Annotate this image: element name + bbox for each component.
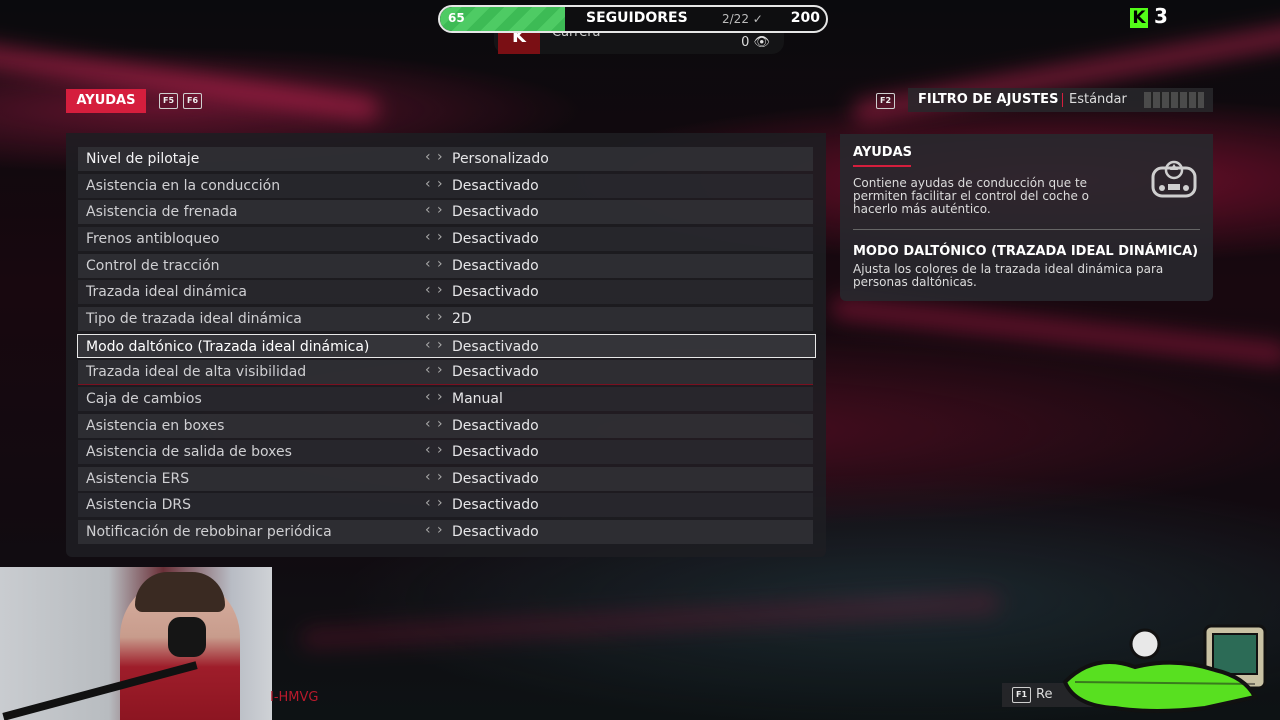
setting-value: Manual xyxy=(452,390,503,407)
setting-label: Asistencia en boxes xyxy=(86,417,225,434)
setting-value: Desactivado xyxy=(452,338,539,355)
setting-label: Trazada ideal de alta visibilidad xyxy=(86,364,307,381)
setting-label: Asistencia en la conducción xyxy=(86,177,281,194)
setting-value: Desactivado xyxy=(452,284,539,301)
race-viewer-count: 0 👁 xyxy=(741,35,770,50)
setting-row[interactable]: Asistencia en la conducción ‹ › Desactivad… xyxy=(78,173,813,198)
setting-arrows-icon[interactable]: ‹ › xyxy=(425,389,444,405)
filter-label: FILTRO DE AJUSTES xyxy=(918,92,1059,107)
setting-row[interactable]: Asistencia en boxes ‹ › Desactivado xyxy=(78,413,813,438)
setting-value: Desactivado xyxy=(452,417,539,434)
steering-wheel-icon xyxy=(1151,160,1197,198)
setting-row[interactable]: Notificación de rebobinar periódica ‹ › De… xyxy=(78,520,813,545)
help-item-title: MODO DALTÓNICO (TRAZADA IDEAL DINÁMICA) xyxy=(853,244,1199,259)
setting-value: Desactivado xyxy=(452,364,539,381)
setting-label: Asistencia de frenada xyxy=(86,204,238,221)
followers-goal: 200 xyxy=(790,10,820,26)
setting-value: Desactivado xyxy=(452,444,539,461)
setting-label: Control de tracción xyxy=(86,257,220,274)
help-item-text: Ajusta los colores de la trazada ideal d… xyxy=(853,262,1164,289)
microphone xyxy=(168,617,206,657)
help-section-text: Contiene ayudas de conducción que te per… xyxy=(853,176,1090,216)
key-hint-f2[interactable]: F2 xyxy=(876,93,896,109)
setting-arrows-icon[interactable]: ‹ › xyxy=(425,229,444,245)
filter-divider xyxy=(1062,93,1063,107)
key-hint-f6[interactable]: F6 xyxy=(183,93,203,109)
setting-row[interactable]: Asistencia DRS ‹ › Desactivado xyxy=(78,493,813,518)
setting-row[interactable]: Frenos antibloqueo ‹ › Desactivado xyxy=(78,226,813,251)
setting-arrows-icon[interactable]: ‹ › xyxy=(425,149,444,165)
setting-label: Asistencia DRS xyxy=(86,497,192,514)
setting-label: Frenos antibloqueo xyxy=(86,230,220,247)
stream-tag: I-HMVG xyxy=(270,690,319,705)
background-streak xyxy=(0,40,380,122)
setting-value: 2D xyxy=(452,310,472,327)
eye-icon: 👁 xyxy=(753,35,770,50)
setting-label: Trazada ideal dinámica xyxy=(86,284,248,301)
setting-arrows-icon[interactable]: ‹ › xyxy=(425,176,444,192)
footer-label: Re xyxy=(1036,687,1053,702)
setting-arrows-icon[interactable]: ‹ › xyxy=(425,442,444,458)
setting-row[interactable]: Trazada ideal dinámica ‹ › Desactivado xyxy=(78,280,813,305)
key-hint-f5[interactable]: F5 xyxy=(159,93,179,109)
setting-value: Desactivado xyxy=(452,177,539,194)
setting-label: Caja de cambios xyxy=(86,390,202,407)
setting-arrows-icon[interactable]: ‹ › xyxy=(425,337,444,353)
setting-arrows-icon[interactable]: ‹ › xyxy=(425,256,444,272)
help-divider xyxy=(853,229,1200,230)
background-streak xyxy=(830,296,1280,366)
settings-filter[interactable]: FILTRO DE AJUSTES Estándar xyxy=(908,88,1213,112)
setting-arrows-icon[interactable]: ‹ › xyxy=(425,522,444,538)
setting-label: Notificación de rebobinar periódica xyxy=(86,524,332,541)
setting-row[interactable]: Asistencia de salida de boxes ‹ › Desactiv… xyxy=(78,440,813,465)
followers-progress-text: 2/22 ✓ xyxy=(722,12,763,26)
help-section-title: AYUDAS xyxy=(853,145,913,160)
followers-label: SEGUIDORES xyxy=(586,10,688,26)
setting-row[interactable]: Modo daltónico (Trazada ideal dinámica) ‹… xyxy=(77,333,816,358)
setting-row[interactable]: Nivel de pilotaje ‹ › Personalizado xyxy=(78,147,813,171)
webcam-feed xyxy=(0,567,272,720)
check-icon: ✓ xyxy=(752,12,763,26)
setting-label: Asistencia ERS xyxy=(86,470,190,487)
setting-label: Nivel de pilotaje xyxy=(86,151,200,167)
setting-row[interactable]: Asistencia de frenada ‹ › Desactivado xyxy=(78,200,813,225)
setting-label: Modo daltónico (Trazada ideal dinámica) xyxy=(86,338,370,355)
setting-value: Desactivado xyxy=(452,230,539,247)
setting-row[interactable]: Trazada ideal de alta visibilidad ‹ › Desa… xyxy=(78,360,813,386)
setting-row[interactable]: Tipo de trazada ideal dinámica ‹ › 2D xyxy=(78,306,813,331)
setting-arrows-icon[interactable]: ‹ › xyxy=(425,362,444,378)
setting-arrows-icon[interactable]: ‹ › xyxy=(425,416,444,432)
setting-label: Tipo de trazada ideal dinámica xyxy=(86,310,302,327)
filter-preset-icon xyxy=(1144,92,1204,108)
kick-counter: K3 xyxy=(1130,4,1168,28)
streamer-logo xyxy=(1062,624,1267,713)
setting-value: Desactivado xyxy=(452,257,539,274)
filter-value: Estándar xyxy=(1069,92,1127,107)
streamer-hair xyxy=(135,572,225,612)
tab-ayudas[interactable]: AYUDAS xyxy=(66,89,146,113)
kick-logo-icon: K xyxy=(1130,8,1148,28)
followers-current: 65 xyxy=(448,11,465,25)
setting-row[interactable]: Caja de cambios ‹ › Manual xyxy=(78,386,813,411)
setting-value: Desactivado xyxy=(452,497,539,514)
setting-arrows-icon[interactable]: ‹ › xyxy=(425,282,444,298)
setting-row[interactable]: Control de tracción ‹ › Desactivado xyxy=(78,253,813,278)
followers-goal-bar: 65 SEGUIDORES 2/22 ✓ 200 xyxy=(438,5,828,33)
help-panel: AYUDAS Contiene ayudas de conducción que… xyxy=(840,134,1213,301)
setting-value: Personalizado xyxy=(452,151,549,167)
background-streak xyxy=(299,591,1001,651)
setting-arrows-icon[interactable]: ‹ › xyxy=(425,309,444,325)
setting-value: Desactivado xyxy=(452,470,539,487)
setting-value: Desactivado xyxy=(452,204,539,221)
key-hint-f1[interactable]: F1 xyxy=(1012,687,1032,703)
settings-panel: Nivel de pilotaje ‹ › Personalizado Asisten… xyxy=(66,133,826,557)
setting-arrows-icon[interactable]: ‹ › xyxy=(425,202,444,218)
help-title-underline xyxy=(853,165,911,167)
setting-arrows-icon[interactable]: ‹ › xyxy=(425,495,444,511)
setting-value: Desactivado xyxy=(452,524,539,541)
setting-row[interactable]: Asistencia ERS ‹ › Desactivado xyxy=(78,466,813,491)
setting-arrows-icon[interactable]: ‹ › xyxy=(425,469,444,485)
setting-label: Asistencia de salida de boxes xyxy=(86,444,292,461)
